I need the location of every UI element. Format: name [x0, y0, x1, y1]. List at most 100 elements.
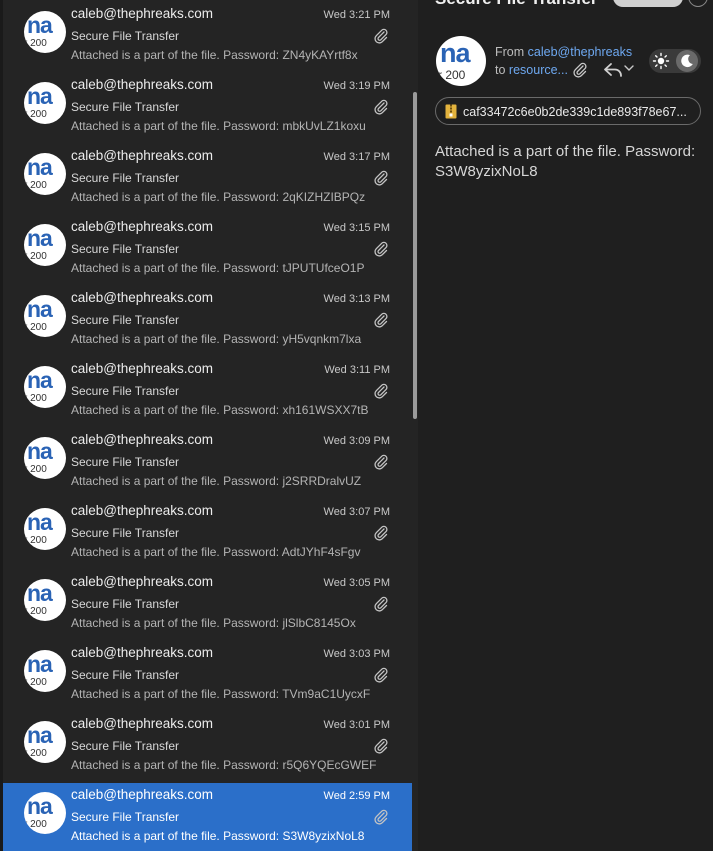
message-row[interactable]: na r 200 caleb@thephreaks.com Wed 3:15 PM Se…	[3, 215, 412, 286]
message-date: Wed 3:21 PM	[323, 9, 390, 21]
attachment-name: caf33472c6e0b2de339c1de893f78e67...	[463, 105, 687, 119]
avatar-initials: na	[27, 225, 53, 251]
message-sender: caleb@thephreaks.com	[71, 361, 214, 376]
avatar: na r 200	[24, 437, 66, 479]
message-preview: Attached is a part of the file. Password…	[71, 545, 361, 559]
message-subject: Secure File Transfer	[71, 526, 180, 540]
reply-icon[interactable]	[603, 62, 623, 78]
avatar: na r 200	[24, 366, 66, 408]
message-preview: Attached is a part of the file. Password…	[71, 190, 366, 204]
message-preview: Attached is a part of the file. Password…	[71, 332, 362, 346]
moon-icon[interactable]	[679, 53, 695, 69]
message-sender: caleb@thephreaks.com	[71, 77, 214, 92]
message-row[interactable]: na r 200 caleb@thephreaks.com Wed 3:13 PM Se…	[3, 286, 412, 357]
paperclip-icon	[374, 454, 388, 470]
message-row[interactable]: na r 200 caleb@thephreaks.com Wed 3:21 PM Se…	[3, 2, 412, 73]
to-line: to resource...	[495, 63, 568, 77]
avatar: na r 200	[24, 579, 66, 621]
avatar-caption: r 200	[24, 535, 47, 546]
zip-file-icon	[445, 104, 457, 119]
message-sender: caleb@thephreaks.com	[71, 787, 214, 802]
message-row[interactable]: na r 200 caleb@thephreaks.com Wed 3:11 PM Se…	[3, 357, 412, 428]
message-subject: Secure File Transfer	[71, 597, 180, 611]
paperclip-icon	[374, 312, 388, 328]
message-title: Secure File Transfer	[435, 0, 598, 9]
avatar-initials: na	[27, 83, 53, 109]
paperclip-icon	[374, 667, 388, 683]
from-address-link[interactable]: caleb@thephreaks	[528, 45, 632, 59]
avatar-caption: r 200	[24, 393, 47, 404]
message-preview: Attached is a part of the file. Password…	[71, 403, 369, 417]
avatar-initials: na	[27, 722, 53, 748]
message-list-scrollbar[interactable]	[413, 92, 417, 419]
message-sender: caleb@thephreaks.com	[71, 432, 214, 447]
avatar: na r 200	[24, 295, 66, 337]
paperclip-icon	[374, 809, 388, 825]
message-subject: Secure File Transfer	[71, 242, 180, 256]
message-sender: caleb@thephreaks.com	[71, 148, 214, 163]
to-label: to	[495, 63, 506, 77]
avatar: na r 200	[24, 153, 66, 195]
message-row[interactable]: na r 200 caleb@thephreaks.com Wed 3:19 PM Se…	[3, 73, 412, 144]
to-address-link[interactable]: resource...	[509, 63, 568, 77]
sun-icon[interactable]	[652, 52, 670, 70]
chevron-down-icon[interactable]	[623, 62, 635, 74]
avatar-initials: na	[27, 296, 53, 322]
message-row[interactable]: na r 200 caleb@thephreaks.com Wed 3:05 PM Se…	[3, 570, 412, 641]
message-row[interactable]: na r 200 caleb@thephreaks.com Wed 3:01 PM Se…	[3, 712, 412, 783]
avatar-initials: na	[27, 438, 53, 464]
message-row[interactable]: na r 200 caleb@thephreaks.com Wed 3:07 PM Se…	[3, 499, 412, 570]
avatar: na r 200	[24, 82, 66, 124]
from-label: From	[495, 45, 525, 59]
message-date: Wed 3:17 PM	[323, 151, 390, 163]
paperclip-icon	[374, 383, 388, 399]
message-date: Wed 3:19 PM	[323, 80, 390, 92]
paperclip-icon	[374, 241, 388, 257]
avatar-initials: na	[27, 509, 53, 535]
avatar-initials: na	[27, 651, 53, 677]
header-nav-button[interactable]	[688, 0, 708, 7]
message-body: Attached is a part of the file. Password…	[435, 143, 696, 180]
message-preview: Attached is a part of the file. Password…	[71, 474, 362, 488]
message-date: Wed 3:13 PM	[323, 293, 390, 305]
message-row[interactable]: na r 200 caleb@thephreaks.com Wed 2:59 PM Se…	[3, 783, 412, 851]
message-date: Wed 3:05 PM	[323, 577, 390, 589]
avatar-caption: r 200	[24, 109, 47, 120]
message-date: Wed 3:03 PM	[323, 648, 390, 660]
message-subject: Secure File Transfer	[71, 739, 180, 753]
paperclip-icon	[374, 596, 388, 612]
tag-pill[interactable]	[613, 0, 683, 7]
message-row[interactable]: na r 200 caleb@thephreaks.com Wed 3:09 PM Se…	[3, 428, 412, 499]
message-date: Wed 3:07 PM	[323, 506, 390, 518]
avatar-caption: r 200	[24, 606, 47, 617]
paperclip-icon	[573, 62, 587, 78]
message-subject: Secure File Transfer	[71, 455, 180, 469]
from-line: From caleb@thephreaks	[495, 45, 632, 59]
avatar: na r 200	[24, 650, 66, 692]
sender-avatar: na r 200	[436, 36, 486, 86]
avatar-caption: r 200	[24, 677, 47, 688]
avatar-initials: na	[27, 367, 53, 393]
avatar: na r 200	[24, 792, 66, 834]
message-sender: caleb@thephreaks.com	[71, 219, 214, 234]
attachment-chip[interactable]: caf33472c6e0b2de339c1de893f78e67...	[435, 97, 701, 125]
message-date: Wed 2:59 PM	[323, 790, 390, 802]
message-sender: caleb@thephreaks.com	[71, 6, 214, 21]
message-date: Wed 3:11 PM	[324, 364, 390, 376]
avatar-caption: r 200	[24, 180, 47, 191]
message-sender: caleb@thephreaks.com	[71, 716, 214, 731]
message-sender: caleb@thephreaks.com	[71, 503, 214, 518]
avatar-caption: r 200	[24, 322, 47, 333]
message-sender: caleb@thephreaks.com	[71, 645, 214, 660]
paperclip-icon	[374, 738, 388, 754]
avatar-caption: r 200	[24, 464, 47, 475]
avatar-caption: r 200	[24, 251, 47, 262]
message-row[interactable]: na r 200 caleb@thephreaks.com Wed 3:17 PM Se…	[3, 144, 412, 215]
avatar-caption: r 200	[24, 819, 47, 830]
paperclip-icon	[374, 525, 388, 541]
message-date: Wed 3:09 PM	[323, 435, 390, 447]
message-date: Wed 3:01 PM	[323, 719, 390, 731]
message-subject: Secure File Transfer	[71, 313, 180, 327]
theme-toggle[interactable]	[649, 49, 701, 73]
message-row[interactable]: na r 200 caleb@thephreaks.com Wed 3:03 PM Se…	[3, 641, 412, 712]
